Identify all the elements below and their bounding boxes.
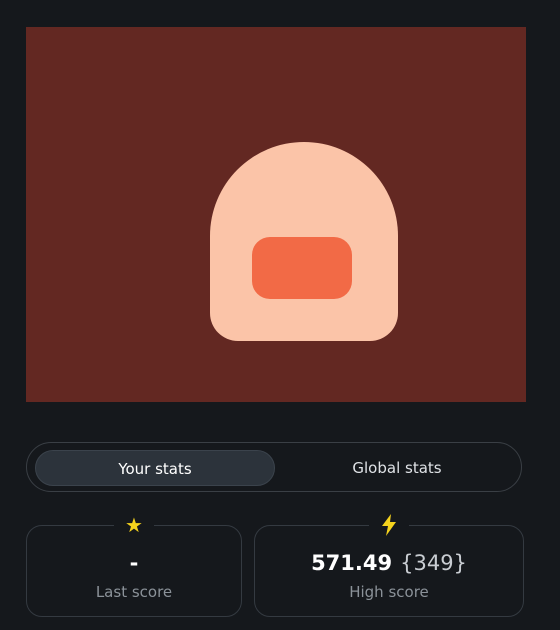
high-score-value: 571.49 — [311, 551, 393, 575]
star-icon: ★ — [114, 513, 154, 537]
last-score-label: Last score — [95, 583, 173, 601]
last-score-value: - — [129, 551, 139, 575]
high-score-rank: {349} — [400, 551, 467, 575]
last-score-card: ★ - Last score — [26, 513, 242, 617]
mascot-mouth — [252, 237, 352, 299]
high-score-row: 571.49 {349} — [255, 550, 523, 576]
lightning-bolt-icon — [369, 513, 409, 537]
game-canvas[interactable] — [26, 27, 526, 402]
mascot-character — [210, 142, 398, 341]
tab-your-stats[interactable]: Your stats — [35, 450, 275, 486]
stats-tab-switcher: Your stats Global stats — [26, 442, 522, 492]
high-score-label: High score — [349, 583, 429, 601]
app-frame: Your stats Global stats ★ - Last score 5… — [0, 0, 560, 630]
tab-global-stats[interactable]: Global stats — [279, 450, 515, 486]
high-score-card: 571.49 {349} High score — [254, 513, 524, 617]
